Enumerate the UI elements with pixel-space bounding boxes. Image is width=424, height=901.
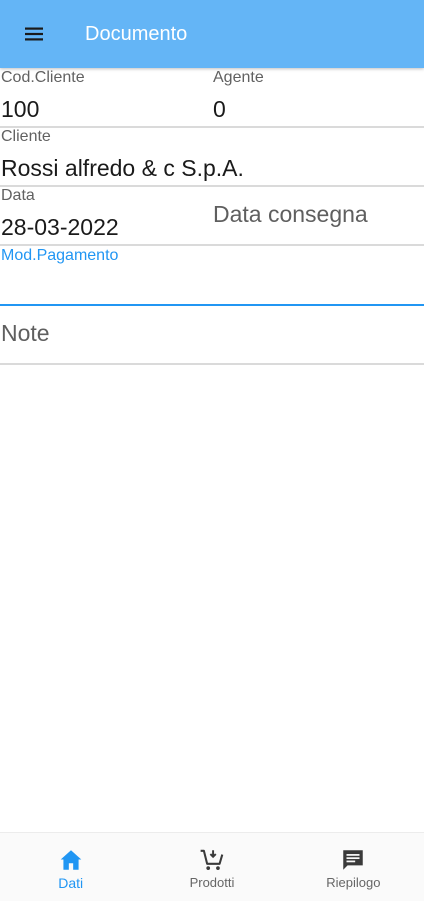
nav-item-prodotti[interactable]: Prodotti — [141, 833, 282, 901]
data-consegna-field[interactable]: Data consegna — [212, 187, 424, 245]
page-title: Documento — [85, 22, 188, 45]
menu-icon — [25, 27, 43, 41]
nav-item-riepilogo[interactable]: Riepilogo — [283, 833, 424, 901]
nav-label-prodotti: Prodotti — [189, 875, 235, 890]
data-value: 28-03-2022 — [1, 214, 119, 240]
data-field[interactable]: Data 28-03-2022 — [0, 187, 212, 245]
divider — [0, 363, 424, 365]
home-icon — [60, 850, 81, 870]
nav-item-dati[interactable]: Dati — [0, 833, 141, 901]
data-label: Data — [1, 187, 35, 204]
cliente-field[interactable]: Cliente Rossi alfredo & c S.p.A. — [0, 128, 424, 186]
nav-label-dati: Dati — [58, 875, 84, 891]
app-bar: Documento — [0, 0, 424, 68]
agente-field[interactable]: Agente 0 — [212, 68, 424, 126]
agente-value: 0 — [213, 96, 226, 122]
cod-cliente-label: Cod.Cliente — [1, 69, 85, 86]
menu-button[interactable] — [0, 0, 68, 68]
cod-cliente-value: 100 — [1, 96, 40, 122]
note-placeholder: Note — [1, 320, 50, 346]
nav-label-riepilogo: Riepilogo — [326, 875, 381, 890]
data-consegna-placeholder: Data consegna — [213, 201, 368, 227]
cliente-label: Cliente — [1, 128, 51, 145]
cliente-value: Rossi alfredo & c S.p.A. — [1, 155, 244, 181]
cod-cliente-field[interactable]: Cod.Cliente 100 — [0, 68, 212, 126]
mod-pagamento-field[interactable]: Mod.Pagamento — [0, 246, 424, 304]
message-icon — [343, 850, 364, 870]
cart-icon — [200, 849, 224, 870]
agente-label: Agente — [213, 69, 264, 86]
note-field[interactable]: Note — [0, 306, 424, 364]
mod-pagamento-label: Mod.Pagamento — [1, 247, 119, 264]
bottom-navigation: Dati Prodotti Riepilogo — [0, 832, 424, 901]
